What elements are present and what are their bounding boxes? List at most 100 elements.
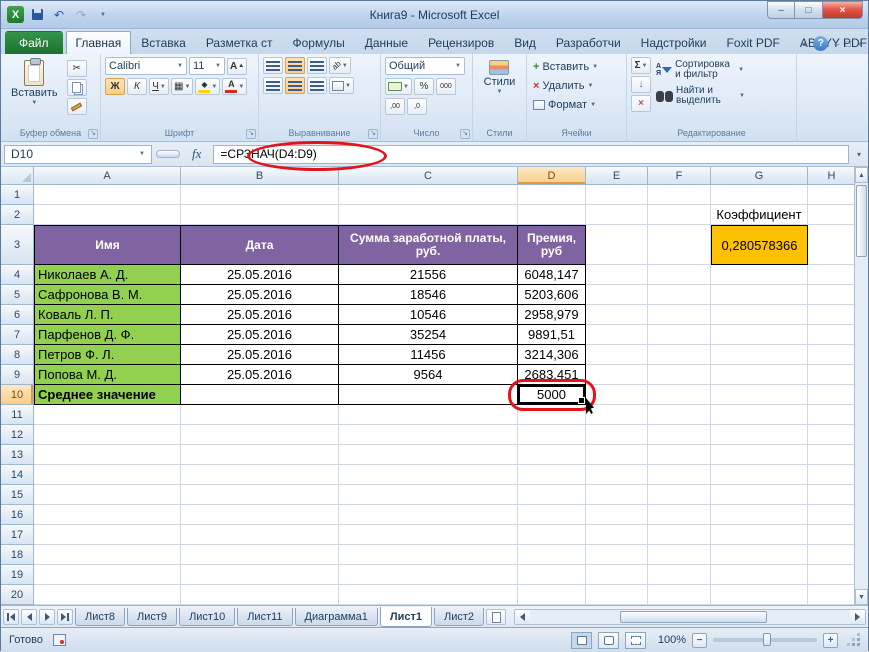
cell-D6[interactable]: 2958,979 <box>518 305 586 325</box>
cell-B4[interactable]: 25.05.2016 <box>181 265 339 285</box>
collapse-ribbon-icon[interactable]: ▴ <box>803 38 808 49</box>
cell-A15[interactable] <box>34 485 181 505</box>
tab-developer[interactable]: Разработчи <box>546 31 631 54</box>
cell-B11[interactable] <box>181 405 339 425</box>
scroll-up-icon[interactable]: ▲ <box>855 167 868 183</box>
cell-A11[interactable] <box>34 405 181 425</box>
tab-home[interactable]: Главная <box>65 31 132 54</box>
cell-B13[interactable] <box>181 445 339 465</box>
sheet-tab-list11[interactable]: Лист11 <box>237 608 293 626</box>
cell-H7[interactable] <box>808 325 856 345</box>
cell-G3[interactable]: 0,280578366 <box>711 225 808 265</box>
cell-H5[interactable] <box>808 285 856 305</box>
cell-B17[interactable] <box>181 525 339 545</box>
bold-button[interactable]: Ж <box>105 78 125 95</box>
cell-D12[interactable] <box>518 425 586 445</box>
cell-C6[interactable]: 10546 <box>339 305 518 325</box>
cell-D10[interactable]: 5000 <box>518 385 586 405</box>
row-header-10[interactable]: 10 <box>1 385 34 405</box>
cell-E9[interactable] <box>586 365 648 385</box>
cell-F17[interactable] <box>648 525 711 545</box>
row-header-9[interactable]: 9 <box>1 365 34 385</box>
tab-file[interactable]: Файл <box>5 31 63 54</box>
cell-C4[interactable]: 21556 <box>339 265 518 285</box>
dialog-launcher-icon[interactable]: ↘ <box>368 129 378 139</box>
cell-E14[interactable] <box>586 465 648 485</box>
cell-B20[interactable] <box>181 585 339 605</box>
cell-D3[interactable]: Премия, руб <box>518 225 586 265</box>
cell-C7[interactable]: 35254 <box>339 325 518 345</box>
row-header-19[interactable]: 19 <box>1 565 34 585</box>
cell-A5[interactable]: Сафронова В. М. <box>34 285 181 305</box>
cell-G10[interactable] <box>711 385 808 405</box>
cell-E12[interactable] <box>586 425 648 445</box>
cell-E6[interactable] <box>586 305 648 325</box>
row-header-11[interactable]: 11 <box>1 405 34 425</box>
cell-E15[interactable] <box>586 485 648 505</box>
insert-worksheet-button[interactable] <box>486 609 506 625</box>
number-format-combo[interactable]: Общий ▼ <box>385 57 465 75</box>
cell-G4[interactable] <box>711 265 808 285</box>
cell-D17[interactable] <box>518 525 586 545</box>
cell-F5[interactable] <box>648 285 711 305</box>
orientation-button[interactable]: ab ▼ <box>329 57 351 74</box>
column-header-C[interactable]: C <box>339 167 518 185</box>
cell-H10[interactable] <box>808 385 856 405</box>
cell-B12[interactable] <box>181 425 339 445</box>
cell-G11[interactable] <box>711 405 808 425</box>
cell-A13[interactable] <box>34 445 181 465</box>
cell-G19[interactable] <box>711 565 808 585</box>
column-header-B[interactable]: B <box>181 167 339 185</box>
align-middle-button[interactable] <box>285 57 305 74</box>
scroll-left-icon[interactable] <box>515 610 530 624</box>
percent-style-button[interactable]: % <box>413 78 434 95</box>
tab-formulas[interactable]: Формулы <box>283 31 355 54</box>
row-header-16[interactable]: 16 <box>1 505 34 525</box>
cell-A12[interactable] <box>34 425 181 445</box>
cell-E19[interactable] <box>586 565 648 585</box>
cell-C8[interactable]: 11456 <box>339 345 518 365</box>
cell-F6[interactable] <box>648 305 711 325</box>
previous-sheet-button[interactable] <box>21 609 37 625</box>
cell-A3[interactable]: Имя <box>34 225 181 265</box>
row-header-7[interactable]: 7 <box>1 325 34 345</box>
cell-C19[interactable] <box>339 565 518 585</box>
excel-logo-icon[interactable]: X <box>7 6 24 23</box>
minimize-button[interactable]: – <box>767 1 795 19</box>
cell-D13[interactable] <box>518 445 586 465</box>
find-select-button[interactable]: Найти и выделить ▼ <box>654 85 747 107</box>
insert-cells-button[interactable]: + Вставить ▼ <box>531 57 622 76</box>
column-header-G[interactable]: G <box>711 167 808 185</box>
zoom-in-button[interactable]: + <box>823 632 838 648</box>
cell-C12[interactable] <box>339 425 518 445</box>
zoom-slider[interactable] <box>713 633 817 646</box>
cell-F8[interactable] <box>648 345 711 365</box>
cell-A10[interactable]: Среднее значение <box>34 385 181 405</box>
sheet-tab-list2[interactable]: Лист2 <box>433 608 484 626</box>
cell-B5[interactable]: 25.05.2016 <box>181 285 339 305</box>
cell-A14[interactable] <box>34 465 181 485</box>
column-header-F[interactable]: F <box>648 167 711 185</box>
row-header-15[interactable]: 15 <box>1 485 34 505</box>
cell-H3[interactable] <box>808 225 856 265</box>
font-size-combo[interactable]: 11 ▼ <box>189 57 225 75</box>
cell-A4[interactable]: Николаев А. Д. <box>34 265 181 285</box>
cell-H4[interactable] <box>808 265 856 285</box>
column-header-D[interactable]: D <box>518 167 586 185</box>
cell-F13[interactable] <box>648 445 711 465</box>
cell-E16[interactable] <box>586 505 648 525</box>
name-box[interactable]: D10 ▼ <box>4 144 152 164</box>
styles-button[interactable]: Стили ▼ <box>478 57 522 98</box>
cell-B9[interactable]: 25.05.2016 <box>181 365 339 385</box>
cell-B3[interactable]: Дата <box>181 225 339 265</box>
cell-C2[interactable] <box>339 205 518 225</box>
row-header-6[interactable]: 6 <box>1 305 34 325</box>
cell-D2[interactable] <box>518 205 586 225</box>
tab-addins[interactable]: Надстройки <box>631 31 717 54</box>
cell-H19[interactable] <box>808 565 856 585</box>
column-header-A[interactable]: A <box>34 167 181 185</box>
cell-F12[interactable] <box>648 425 711 445</box>
fill-color-button[interactable]: ◆ ▼ <box>195 78 221 95</box>
cell-C9[interactable]: 9564 <box>339 365 518 385</box>
cell-C17[interactable] <box>339 525 518 545</box>
